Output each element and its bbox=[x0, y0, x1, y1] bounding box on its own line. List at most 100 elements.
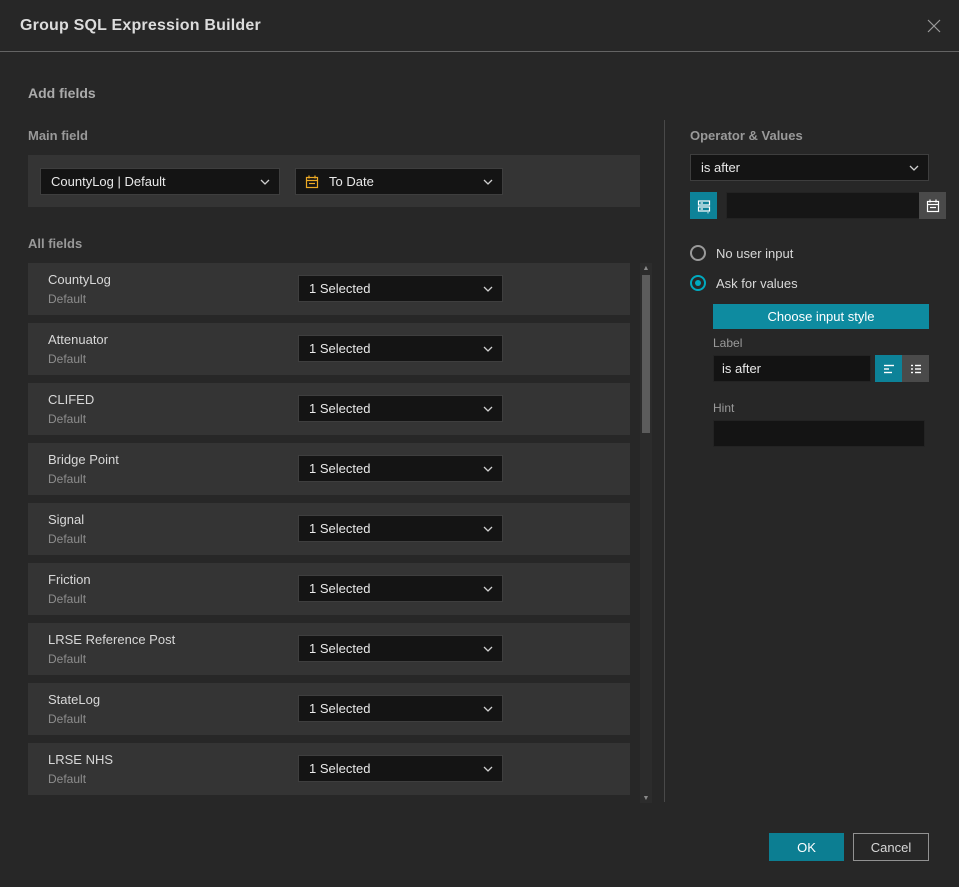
operator-select-value: is after bbox=[701, 160, 741, 175]
field-subtitle: Default bbox=[48, 292, 87, 306]
add-fields-heading: Add fields bbox=[28, 85, 96, 101]
field-row-statelog: StateLog Default 1 Selected bbox=[28, 683, 630, 735]
main-field-panel: CountyLog | Default To Date bbox=[28, 155, 640, 207]
field-name: Attenuator bbox=[48, 332, 108, 347]
field-subtitle: Default bbox=[48, 712, 87, 726]
field-row-lrse-reference-post: LRSE Reference Post Default 1 Selected bbox=[28, 623, 630, 675]
field-subtitle: Default bbox=[48, 472, 87, 486]
chevron-down-icon bbox=[483, 766, 493, 772]
chevron-down-icon bbox=[483, 406, 493, 412]
date-field-select[interactable]: To Date bbox=[295, 168, 503, 195]
field-name: Bridge Point bbox=[48, 452, 119, 467]
cancel-button[interactable]: Cancel bbox=[853, 833, 929, 861]
field-row-signal: Signal Default 1 Selected bbox=[28, 503, 630, 555]
chevron-down-icon bbox=[483, 526, 493, 532]
group-sql-expression-builder-dialog: Group SQL Expression Builder Add fields … bbox=[0, 0, 959, 887]
chevron-down-icon bbox=[260, 179, 270, 185]
dropdown-value: 1 Selected bbox=[309, 281, 371, 296]
radio-icon bbox=[690, 245, 706, 261]
field-selection-dropdown[interactable]: 1 Selected bbox=[298, 275, 503, 302]
field-row-countylog: CountyLog Default 1 Selected bbox=[28, 263, 630, 315]
chevron-down-icon bbox=[483, 286, 493, 292]
dialog-title: Group SQL Expression Builder bbox=[20, 17, 261, 34]
list-style-button[interactable] bbox=[902, 355, 929, 382]
field-subtitle: Default bbox=[48, 532, 87, 546]
value-input-row bbox=[690, 192, 946, 219]
radio-label: Ask for values bbox=[716, 275, 798, 291]
radio-ask-for-values[interactable]: Ask for values bbox=[690, 275, 798, 291]
dropdown-value: 1 Selected bbox=[309, 641, 371, 656]
main-field-select[interactable]: CountyLog | Default bbox=[40, 168, 280, 195]
field-row-bridge-point: Bridge Point Default 1 Selected bbox=[28, 443, 630, 495]
chevron-down-icon bbox=[483, 346, 493, 352]
field-selection-dropdown[interactable]: 1 Selected bbox=[298, 635, 503, 662]
single-line-style-button[interactable] bbox=[875, 355, 902, 382]
dropdown-value: 1 Selected bbox=[309, 701, 371, 716]
field-name: Signal bbox=[48, 512, 85, 527]
field-name: CLIFED bbox=[48, 392, 95, 407]
operator-select[interactable]: is after bbox=[690, 154, 929, 181]
chevron-down-icon bbox=[483, 586, 493, 592]
all-fields-list: CountyLog Default 1 Selected Attenuator … bbox=[28, 263, 630, 803]
all-fields-heading: All fields bbox=[28, 236, 83, 251]
dropdown-value: 1 Selected bbox=[309, 341, 371, 356]
radio-label: No user input bbox=[716, 245, 794, 261]
chevron-down-icon bbox=[483, 466, 493, 472]
label-input-row bbox=[713, 355, 929, 382]
field-subtitle: Default bbox=[48, 772, 87, 786]
field-name: CountyLog bbox=[48, 272, 111, 287]
field-name: StateLog bbox=[48, 692, 101, 707]
calendar-icon bbox=[304, 174, 320, 190]
field-selection-dropdown[interactable]: 1 Selected bbox=[298, 455, 503, 482]
chevron-down-icon bbox=[909, 165, 919, 171]
field-name: LRSE Reference Post bbox=[48, 632, 176, 647]
scroll-up-arrow-icon[interactable]: ▲ bbox=[640, 263, 652, 273]
operator-values-heading: Operator & Values bbox=[690, 128, 803, 143]
scrollbar-thumb[interactable] bbox=[642, 275, 650, 433]
radio-icon-checked bbox=[690, 275, 706, 291]
hint-caption: Hint bbox=[713, 401, 735, 415]
field-selection-dropdown[interactable]: 1 Selected bbox=[298, 575, 503, 602]
date-picker-button[interactable] bbox=[919, 192, 946, 219]
field-subtitle: Default bbox=[48, 592, 87, 606]
dropdown-value: 1 Selected bbox=[309, 761, 371, 776]
dropdown-value: 1 Selected bbox=[309, 461, 371, 476]
chevron-down-icon bbox=[483, 179, 493, 185]
chevron-down-icon bbox=[483, 646, 493, 652]
date-field-select-value: To Date bbox=[329, 174, 374, 189]
field-name: LRSE NHS bbox=[48, 752, 114, 767]
field-row-clifed: CLIFED Default 1 Selected bbox=[28, 383, 630, 435]
dropdown-value: 1 Selected bbox=[309, 521, 371, 536]
dropdown-value: 1 Selected bbox=[309, 581, 371, 596]
field-name: Friction bbox=[48, 572, 91, 587]
main-field-select-value: CountyLog | Default bbox=[51, 174, 166, 189]
field-selection-dropdown[interactable]: 1 Selected bbox=[298, 695, 503, 722]
field-row-friction: Friction Default 1 Selected bbox=[28, 563, 630, 615]
hint-input[interactable] bbox=[713, 420, 925, 447]
list-scrollbar[interactable]: ▲ ▼ bbox=[640, 263, 652, 803]
dropdown-value: 1 Selected bbox=[309, 401, 371, 416]
label-caption: Label bbox=[713, 336, 743, 350]
field-subtitle: Default bbox=[48, 652, 87, 666]
field-row-lrse-nhs: LRSE NHS Default 1 Selected bbox=[28, 743, 630, 795]
main-field-heading: Main field bbox=[28, 128, 88, 143]
field-selection-dropdown[interactable]: 1 Selected bbox=[298, 755, 503, 782]
close-icon[interactable] bbox=[923, 15, 945, 37]
field-subtitle: Default bbox=[48, 412, 87, 426]
choose-input-style-button[interactable]: Choose input style bbox=[713, 304, 929, 329]
panel-divider bbox=[664, 120, 665, 802]
field-selection-dropdown[interactable]: 1 Selected bbox=[298, 335, 503, 362]
field-subtitle: Default bbox=[48, 352, 87, 366]
field-selection-dropdown[interactable]: 1 Selected bbox=[298, 395, 503, 422]
unique-values-button[interactable] bbox=[690, 192, 717, 219]
chevron-down-icon bbox=[483, 706, 493, 712]
radio-no-user-input[interactable]: No user input bbox=[690, 245, 793, 261]
field-selection-dropdown[interactable]: 1 Selected bbox=[298, 515, 503, 542]
dialog-header: Group SQL Expression Builder bbox=[0, 0, 959, 52]
value-input[interactable] bbox=[726, 192, 919, 219]
label-input[interactable] bbox=[713, 355, 871, 382]
ok-button[interactable]: OK bbox=[769, 833, 844, 861]
scroll-down-arrow-icon[interactable]: ▼ bbox=[640, 793, 652, 803]
field-row-attenuator: Attenuator Default 1 Selected bbox=[28, 323, 630, 375]
